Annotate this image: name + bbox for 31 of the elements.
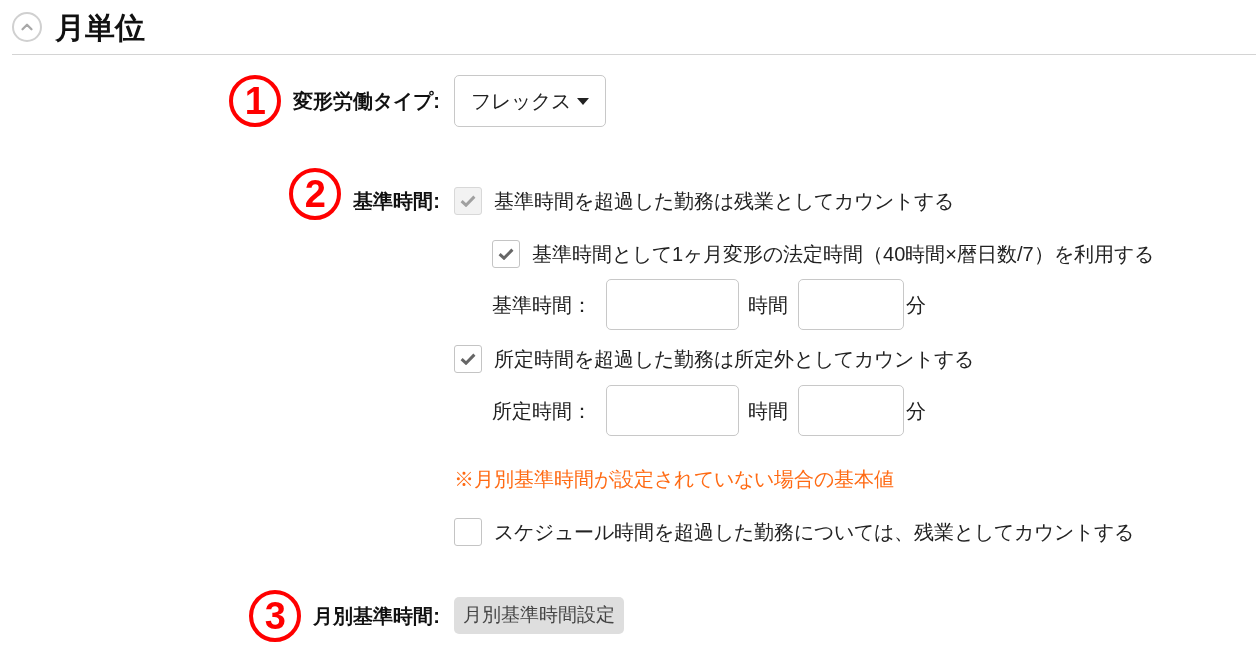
hours-input[interactable] [606,279,739,330]
field-label: 基準時間: [353,189,440,214]
checkbox-label: スケジュール時間を超過した勤務については、残業としてカウントする [494,520,1134,545]
step-number: 2 [289,168,342,220]
minutes-input[interactable] [798,385,904,436]
step-number: 3 [249,589,302,642]
minutes-unit: 分 [906,292,926,318]
checkmark-icon [460,195,476,207]
monthly-settings-button[interactable]: 月別基準時間設定 [454,597,624,634]
checkbox-label: 基準時間を超過した勤務は残業としてカウントする [494,189,954,214]
checkmark-icon [498,248,514,260]
chevron-up-icon[interactable] [12,12,42,42]
field-label: 月別基準時間: [313,603,440,629]
checkbox[interactable] [454,345,482,373]
minutes-unit: 分 [906,398,926,424]
field-label: 変形労働タイプ: [293,89,440,114]
hours-unit: 時間 [748,292,788,318]
time-label: 基準時間： [492,292,592,318]
minutes-input[interactable] [798,279,904,330]
caret-icon [577,97,589,105]
checkmark-icon [460,353,476,365]
note-text: ※月別基準時間が設定されていない場合の基本値 [454,467,894,492]
hours-unit: 時間 [748,398,788,424]
type-dropdown[interactable]: フレックス [454,75,606,127]
checkbox-label: 所定時間を超過した勤務は所定外としてカウントする [494,347,974,372]
time-label: 所定時間： [492,398,592,424]
hours-input[interactable] [606,385,739,436]
checkbox-label: 基準時間として1ヶ月変形の法定時間（40時間×暦日数/7）を利用する [532,242,1154,267]
checkbox[interactable] [454,518,482,546]
section-title: 月単位 [55,9,145,46]
step-number: 1 [229,75,282,127]
